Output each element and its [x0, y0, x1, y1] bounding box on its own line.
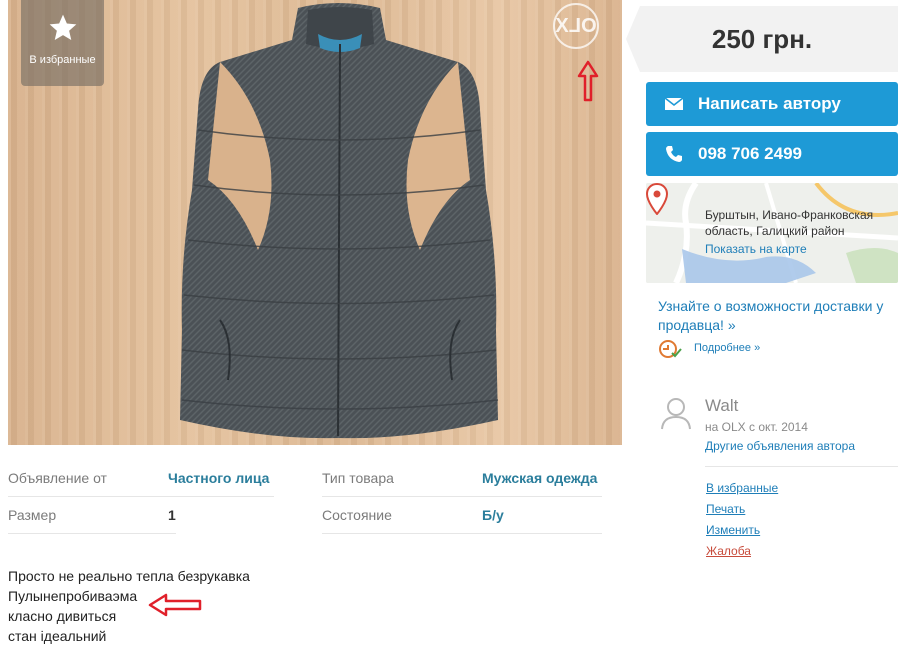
phone-number: 098 706 2499 [698, 144, 802, 163]
description-line: Пулынепробиваэма [8, 588, 138, 604]
description-line: стан ідеальний [8, 628, 107, 644]
delivery-info-link[interactable]: Узнайте о возможности доставки у продавц… [658, 297, 898, 335]
address-line: область, Галицкий район [705, 224, 845, 238]
description-line: Просто не реально тепла безрукавка [8, 568, 250, 584]
delivery-icon [659, 340, 682, 358]
edit-link[interactable]: Изменить [706, 523, 778, 544]
red-arrow-up-icon [577, 60, 599, 102]
price-label: 250 грн. [626, 6, 898, 72]
detail-label: Объявление от [8, 470, 107, 486]
complaint-link[interactable]: Жалоба [706, 544, 778, 565]
ad-actions: В избранные Печать Изменить Жалоба [706, 481, 778, 565]
seller-since: на OLX с окт. 2014 [705, 420, 808, 434]
envelope-icon [664, 97, 684, 110]
message-author-label: Написать автору [698, 94, 841, 113]
address-line: Бурштын, Ивано-Франковская [705, 208, 874, 222]
seller-name: Walt [705, 396, 739, 415]
location-address: Бурштын, Ивано-Франковская область, Гали… [705, 207, 891, 239]
photo-favorite-button[interactable]: В избранные [21, 0, 104, 86]
detail-row-condition: Состояние Б/у [322, 497, 602, 534]
red-arrow-left-icon [148, 593, 202, 617]
description-line: класно дивиться [8, 608, 117, 624]
location-map[interactable]: Бурштын, Ивано-Франковская область, Гали… [646, 183, 898, 283]
delivery-more-link[interactable]: Подробнее » [694, 342, 760, 354]
detail-row-seller-type: Объявление от Частного лица [8, 460, 274, 497]
location-pin-icon [646, 183, 668, 215]
detail-label: Размер [8, 507, 57, 523]
detail-label: Тип товара [322, 470, 394, 486]
seller-other-ads-link[interactable]: Другие объявления автора [705, 439, 855, 453]
star-icon [49, 14, 76, 40]
detail-value-link[interactable]: Мужская одежда [482, 470, 597, 486]
detail-value: 1 [168, 507, 176, 523]
phone-button[interactable]: 098 706 2499 [646, 132, 898, 176]
photo-favorite-label: В избранные [29, 54, 96, 66]
detail-row-product-type: Тип товара Мужская одежда [322, 460, 602, 497]
detail-label: Состояние [322, 507, 392, 523]
show-on-map-link[interactable]: Показать на карте [705, 242, 807, 256]
add-to-favorites-link[interactable]: В избранные [706, 481, 778, 502]
detail-row-size: Размер 1 [8, 497, 176, 534]
detail-value-link[interactable]: Б/у [482, 507, 504, 523]
user-avatar-icon [661, 398, 691, 430]
sidebar-divider [705, 466, 898, 467]
olx-watermark: OLX [553, 3, 599, 49]
ad-description: Просто не реально тепла безрукавка Пулын… [8, 566, 250, 646]
product-photo[interactable]: В избранные OLX [8, 0, 622, 445]
phone-icon [666, 146, 682, 162]
detail-value-link[interactable]: Частного лица [168, 470, 269, 486]
print-link[interactable]: Печать [706, 502, 778, 523]
message-author-button[interactable]: Написать автору [646, 82, 898, 126]
